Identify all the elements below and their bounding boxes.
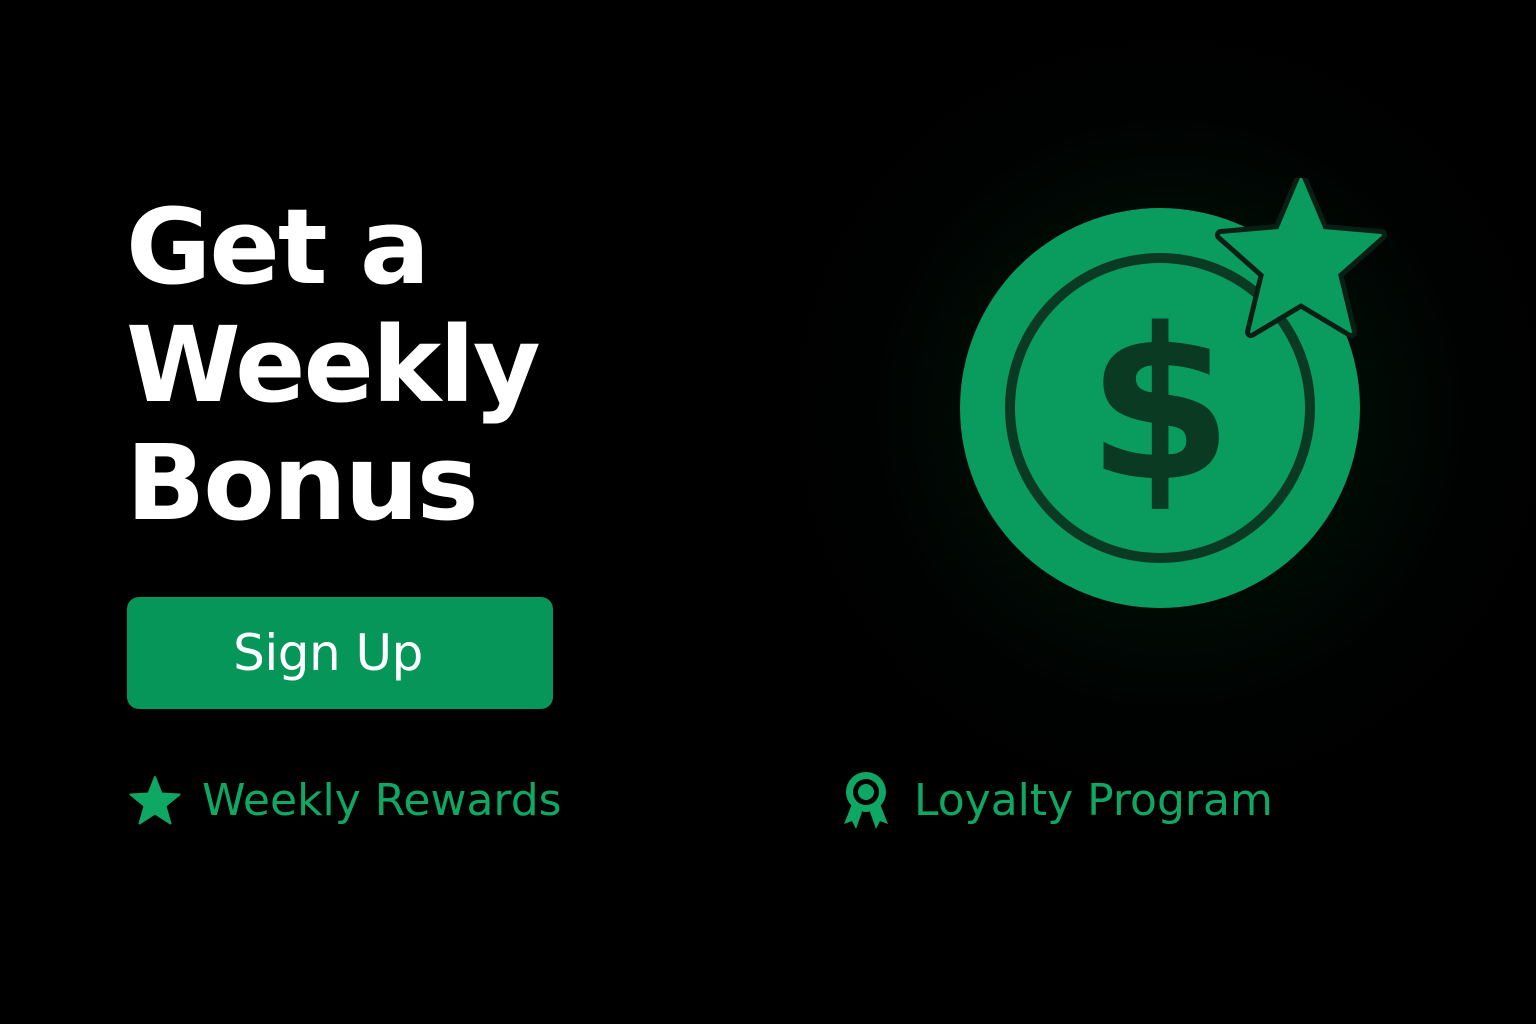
feature-weekly-rewards: Weekly Rewards bbox=[128, 768, 562, 832]
svg-text:$: $ bbox=[1087, 283, 1233, 528]
feature-label: Weekly Rewards bbox=[202, 774, 562, 826]
headline-line-3: Bonus bbox=[126, 422, 479, 544]
headline-line-1: Get a bbox=[126, 186, 430, 308]
sign-up-button[interactable]: Sign Up bbox=[127, 597, 553, 709]
headline: Get a Weekly Bonus bbox=[126, 186, 541, 544]
dollar-coin-with-star-icon: $ bbox=[960, 178, 1387, 608]
feature-loyalty-program: Loyalty Program bbox=[838, 768, 1273, 832]
headline-line-2: Weekly bbox=[126, 304, 541, 426]
award-ribbon-icon bbox=[838, 768, 894, 832]
feature-label: Loyalty Program bbox=[914, 774, 1273, 826]
banner: Get a Weekly Bonus Sign Up Weekly Reward… bbox=[0, 0, 1536, 1024]
star-icon bbox=[128, 775, 182, 825]
